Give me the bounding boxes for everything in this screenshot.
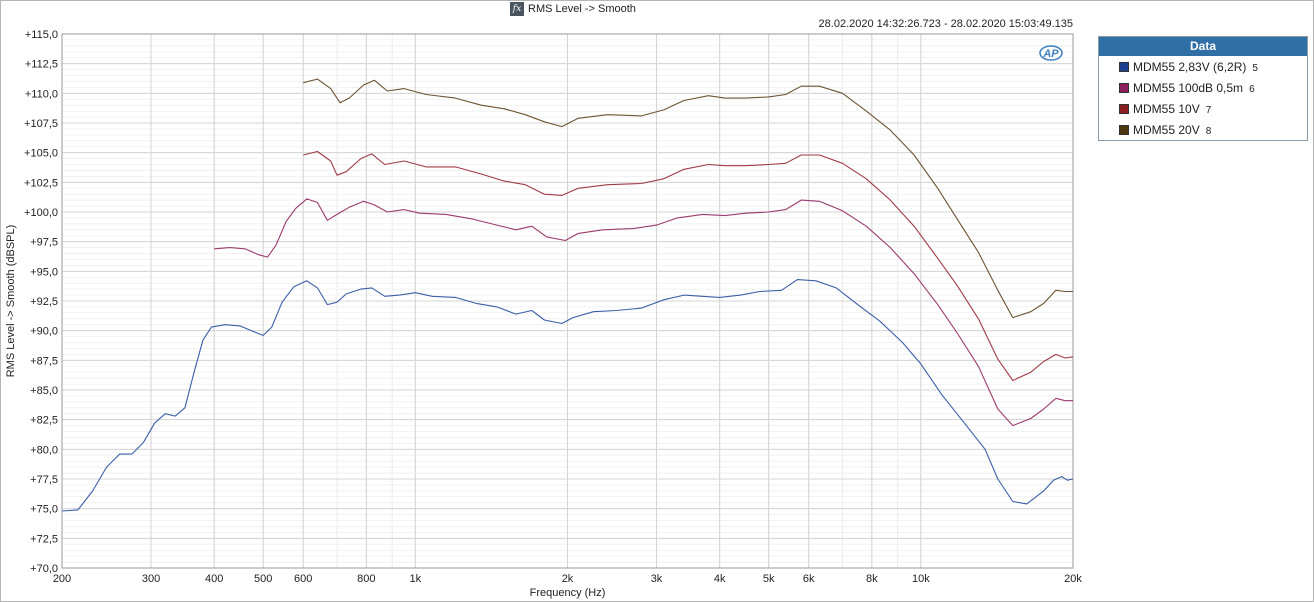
- y-tick-label: +112,5: [25, 59, 58, 71]
- x-tick-label: 6k: [803, 573, 815, 585]
- y-tick-label: +102,5: [24, 177, 58, 189]
- legend-label: MDM55 10V: [1133, 101, 1200, 116]
- y-tick-label: +77,5: [30, 474, 58, 486]
- ap-logo-text: AP: [1042, 48, 1059, 60]
- x-tick-label: 3k: [651, 573, 663, 585]
- y-tick-label: +90,0: [30, 326, 58, 338]
- x-tick-label: 5k: [763, 573, 775, 585]
- x-tick-label: 600: [294, 573, 312, 585]
- series-line: [214, 198, 1073, 427]
- legend-swatch: [1119, 103, 1129, 114]
- y-tick-label: +100,0: [24, 207, 58, 219]
- y-tick-label: +107,5: [24, 118, 58, 130]
- legend-number: 7: [1205, 104, 1212, 116]
- x-tick-label: 400: [205, 573, 223, 585]
- y-tick-label: +92,5: [30, 296, 58, 308]
- x-tick-label: 800: [357, 573, 375, 585]
- legend-swatch: [1119, 82, 1129, 93]
- legend-number: 5: [1252, 62, 1258, 74]
- y-tick-label: +85,0: [30, 385, 58, 397]
- legend-label: MDM55 2,83V (6,2R): [1133, 59, 1247, 74]
- y-tick-label: +95,0: [30, 266, 58, 278]
- legend-number: 8: [1205, 125, 1212, 137]
- legend-label: MDM55 20V: [1133, 122, 1200, 137]
- y-tick-label: +87,5: [30, 355, 58, 367]
- y-tick-label: +80,0: [30, 444, 58, 456]
- y-tick-label: +97,5: [30, 237, 58, 249]
- series-line: [303, 78, 1073, 319]
- x-axis-label: Frequency (Hz): [530, 587, 606, 599]
- legend-item[interactable]: MDM55 10V 7: [1099, 98, 1307, 119]
- legend-header: Data: [1099, 37, 1307, 56]
- x-tick-label: 500: [254, 573, 272, 585]
- y-axis-label: RMS Level -> Smooth (dBSPL): [5, 225, 17, 378]
- x-tick-label: 8k: [866, 573, 878, 585]
- series-line: [303, 150, 1074, 382]
- x-tick-label: 1k: [410, 573, 422, 585]
- x-tick-label: 200: [53, 573, 71, 585]
- x-tick-label: 4k: [714, 573, 726, 585]
- legend-number: 6: [1249, 83, 1255, 95]
- legend-panel: Data MDM55 2,83V (6,2R) 5 MDM55 100dB 0,…: [1098, 36, 1308, 141]
- major-grid: [61, 33, 1074, 569]
- legend-swatch: [1119, 124, 1129, 135]
- x-axis-tick-labels: 200 300 400 500 600 800 1k 2k 3k 4k 5k 6k 8k 10k 20k: [53, 573, 1083, 585]
- legend-item[interactable]: MDM55 2,83V (6,2R) 5: [1099, 56, 1307, 77]
- legend-swatch: [1119, 61, 1129, 72]
- legend-item[interactable]: MDM55 100dB 0,5m 6: [1099, 77, 1307, 98]
- y-tick-label: +115,0: [25, 29, 58, 41]
- x-tick-label: 10k: [912, 573, 930, 585]
- y-tick-label: +82,5: [30, 415, 58, 427]
- y-tick-label: +75,0: [30, 504, 58, 516]
- y-tick-label: +72,5: [30, 533, 58, 545]
- x-tick-label: 20k: [1064, 573, 1082, 585]
- ap-logo-icon: AP: [1039, 45, 1063, 61]
- x-tick-label: 300: [142, 573, 160, 585]
- y-tick-label: +105,0: [24, 148, 58, 160]
- x-tick-label: 2k: [562, 573, 574, 585]
- legend-label: MDM55 100dB 0,5m: [1133, 80, 1244, 95]
- y-axis-tick-labels: +115,0 +112,5 +110,0 +107,5 +105,0 +102,5 +100…: [24, 29, 58, 575]
- y-tick-label: +110,0: [25, 88, 58, 100]
- legend-item[interactable]: MDM55 20V 8: [1099, 119, 1307, 140]
